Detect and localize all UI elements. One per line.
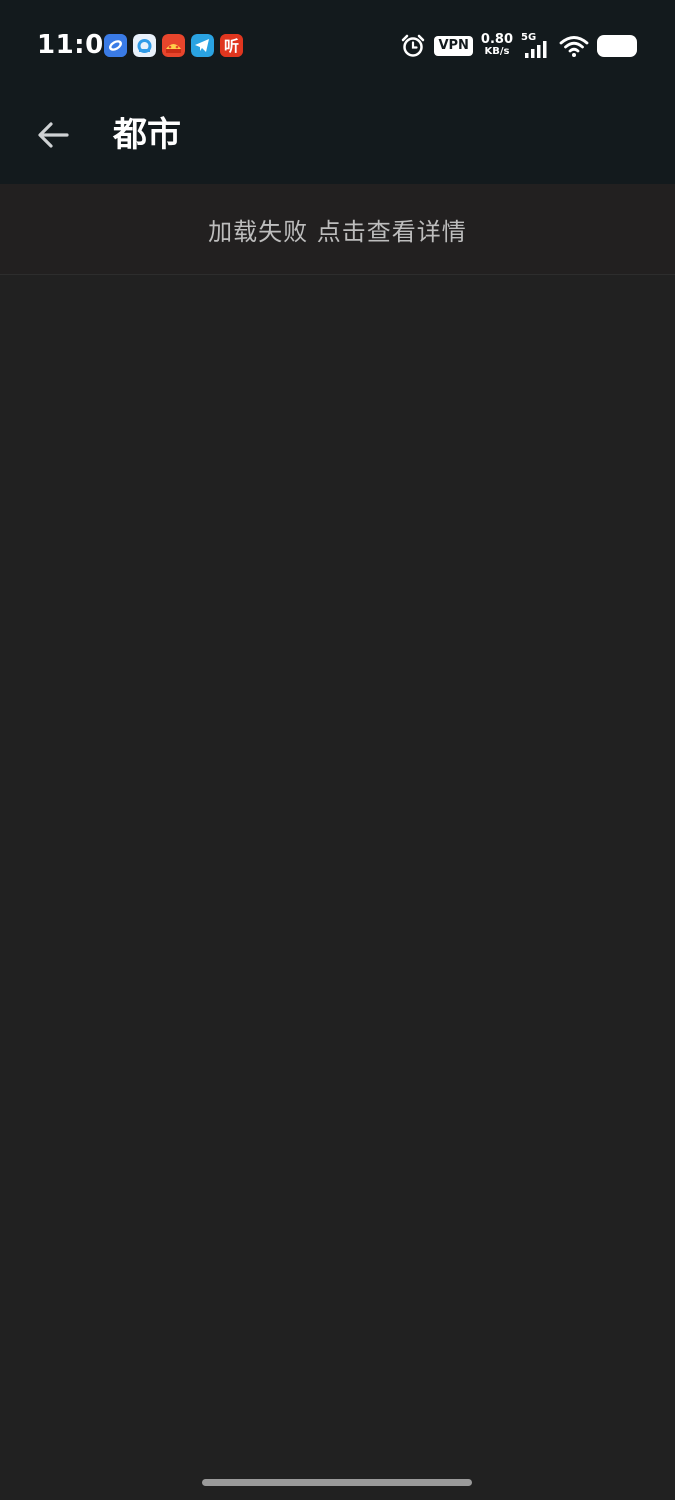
battery-icon <box>597 35 637 57</box>
alarm-icon <box>402 34 425 57</box>
net-speed-value: 0.80 <box>480 32 513 47</box>
status-right-icons: VPN 0.80 KB/s 5G <box>400 30 637 62</box>
arrow-left-icon <box>38 122 69 148</box>
wifi-icon <box>559 36 589 57</box>
screen: 11:01 听 VPN 0.80 KB/s 5G 都市 加载失败 点击查看详情 <box>0 0 675 1500</box>
app-bar: 都市 <box>0 88 675 184</box>
home-indicator[interactable] <box>202 1479 472 1486</box>
page-title: 都市 <box>113 115 181 155</box>
back-button[interactable] <box>24 106 82 164</box>
ting-app-icon: 听 <box>220 34 243 57</box>
status-bar: 11:01 听 VPN 0.80 KB/s 5G <box>0 0 675 88</box>
cellular-signal-icon: 5G <box>521 33 551 59</box>
load-error-banner[interactable]: 加载失败 点击查看详情 <box>0 184 675 275</box>
notification-icons: 听 <box>104 34 243 57</box>
content-area <box>0 275 675 1500</box>
net-speed-unit: KB/s <box>484 46 510 57</box>
error-message: 加载失败 点击查看详情 <box>208 217 467 246</box>
vpn-badge: VPN <box>434 36 473 56</box>
svg-text:听: 听 <box>224 37 239 55</box>
red-app-icon <box>162 34 185 57</box>
qq-browser-app-icon <box>133 34 156 57</box>
browser-app-icon <box>104 34 127 57</box>
net-speed: 0.80 KB/s <box>480 32 513 58</box>
telegram-app-icon <box>191 34 214 57</box>
